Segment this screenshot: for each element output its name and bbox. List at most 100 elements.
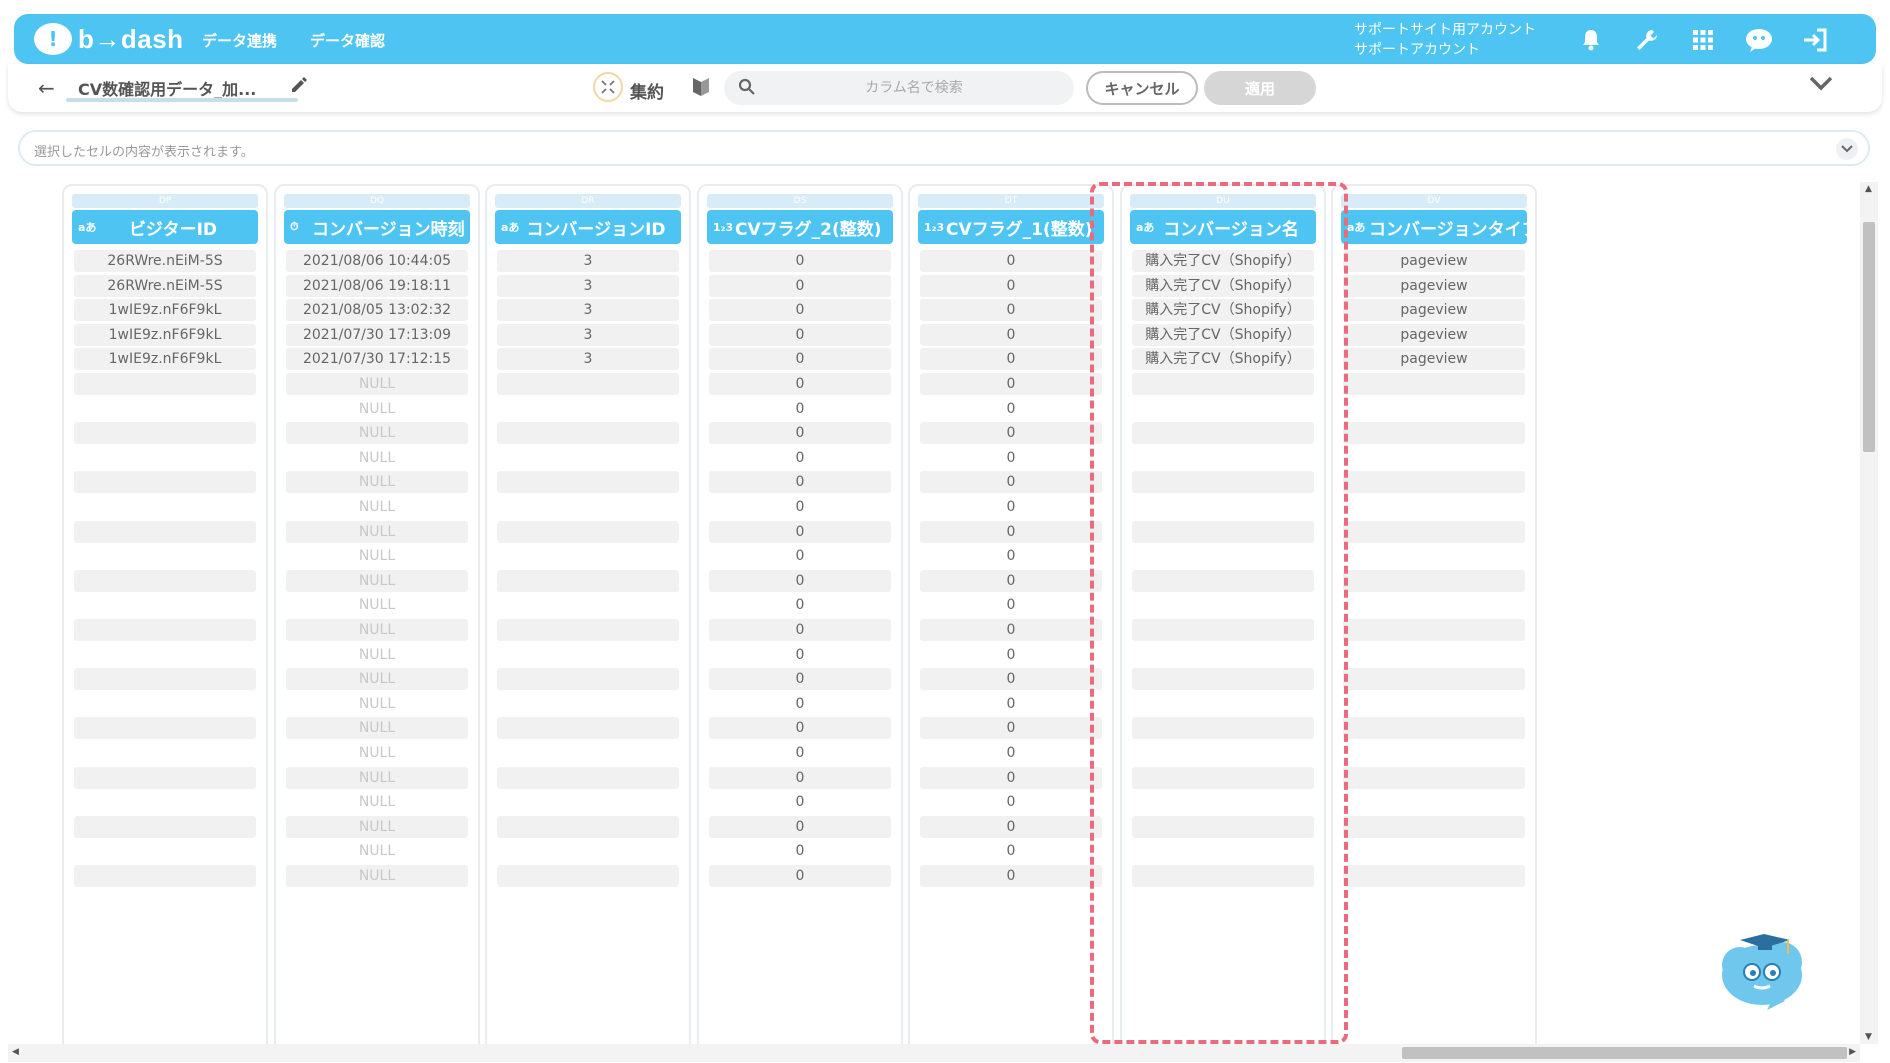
- bell-icon[interactable]: [1576, 25, 1606, 55]
- table-cell[interactable]: NULL: [286, 619, 468, 641]
- table-cell[interactable]: [1343, 594, 1525, 616]
- table-cell[interactable]: 0: [920, 569, 1102, 592]
- support-chat-icon[interactable]: [1744, 25, 1774, 55]
- table-cell[interactable]: [74, 693, 256, 715]
- wrench-icon[interactable]: [1632, 25, 1662, 55]
- table-cell[interactable]: [1132, 865, 1314, 887]
- table-cell[interactable]: [74, 766, 256, 789]
- table-cell[interactable]: [1132, 569, 1314, 592]
- table-cell[interactable]: 0: [709, 815, 891, 838]
- column-header[interactable]: 1₂3 CVフラグ_1(整数): [918, 210, 1104, 244]
- table-cell[interactable]: NULL: [286, 815, 468, 838]
- table-cell[interactable]: [74, 619, 256, 641]
- table-cell[interactable]: 0: [709, 644, 891, 666]
- table-cell[interactable]: NULL: [286, 693, 468, 715]
- table-cell[interactable]: [1343, 471, 1525, 494]
- table-cell[interactable]: [74, 520, 256, 543]
- table-cell[interactable]: [497, 668, 679, 691]
- table-cell[interactable]: [1132, 693, 1314, 715]
- table-cell[interactable]: [497, 520, 679, 543]
- table-cell[interactable]: NULL: [286, 447, 468, 469]
- table-cell[interactable]: 0: [920, 422, 1102, 445]
- table-cell[interactable]: 0: [920, 840, 1102, 862]
- vertical-scrollbar[interactable]: ▲ ▼: [1860, 182, 1878, 1044]
- table-cell[interactable]: 2021/07/30 17:13:09: [286, 323, 468, 346]
- table-cell[interactable]: [1343, 668, 1525, 691]
- table-cell[interactable]: 0: [920, 520, 1102, 543]
- table-cell[interactable]: [1343, 717, 1525, 740]
- table-cell[interactable]: 0: [709, 323, 891, 346]
- aggregate-label[interactable]: 集約: [630, 78, 664, 103]
- table-cell[interactable]: [1343, 520, 1525, 543]
- table-cell[interactable]: 0: [920, 717, 1102, 740]
- table-cell[interactable]: [74, 865, 256, 887]
- table-cell[interactable]: [1343, 496, 1525, 518]
- table-cell[interactable]: [74, 496, 256, 518]
- table-cell[interactable]: [1132, 373, 1314, 395]
- scroll-right-arrow-icon[interactable]: ▶: [1849, 1047, 1856, 1057]
- table-cell[interactable]: [74, 742, 256, 764]
- table-cell[interactable]: [1132, 791, 1314, 813]
- table-cell[interactable]: 0: [920, 471, 1102, 494]
- table-cell[interactable]: [1132, 644, 1314, 666]
- table-cell[interactable]: [1132, 545, 1314, 567]
- table-cell[interactable]: [74, 594, 256, 616]
- table-cell[interactable]: [1343, 815, 1525, 838]
- table-cell[interactable]: [1132, 766, 1314, 789]
- table-cell[interactable]: [497, 619, 679, 641]
- table-cell[interactable]: NULL: [286, 496, 468, 518]
- table-cell[interactable]: 0: [709, 299, 891, 322]
- table-cell[interactable]: 2021/08/05 13:02:32: [286, 299, 468, 322]
- table-cell[interactable]: 0: [709, 496, 891, 518]
- table-cell[interactable]: 3: [497, 274, 679, 297]
- nav-data-check[interactable]: データ確認: [310, 30, 385, 51]
- table-cell[interactable]: [1132, 520, 1314, 543]
- table-cell[interactable]: NULL: [286, 644, 468, 666]
- table-cell[interactable]: NULL: [286, 668, 468, 691]
- table-cell[interactable]: [1343, 447, 1525, 469]
- table-cell[interactable]: [1343, 693, 1525, 715]
- table-cell[interactable]: 0: [709, 471, 891, 494]
- cell-preview-chevron-icon[interactable]: [1836, 138, 1858, 160]
- table-cell[interactable]: 0: [920, 447, 1102, 469]
- table-cell[interactable]: [74, 398, 256, 420]
- table-cell[interactable]: [1132, 742, 1314, 764]
- table-cell[interactable]: NULL: [286, 742, 468, 764]
- table-cell[interactable]: [1132, 496, 1314, 518]
- table-cell[interactable]: 0: [709, 398, 891, 420]
- table-cell[interactable]: [497, 471, 679, 494]
- table-cell[interactable]: 購入完了CV（Shopify）: [1132, 323, 1314, 346]
- scroll-up-arrow-icon[interactable]: ▲: [1865, 184, 1872, 194]
- table-cell[interactable]: NULL: [286, 398, 468, 420]
- table-cell[interactable]: 0: [709, 250, 891, 272]
- table-cell[interactable]: 0: [709, 373, 891, 395]
- table-cell[interactable]: [1343, 569, 1525, 592]
- table-cell[interactable]: NULL: [286, 840, 468, 862]
- table-cell[interactable]: 1wIE9z.nF6F9kL: [74, 323, 256, 346]
- table-cell[interactable]: pageview: [1343, 323, 1525, 346]
- dataset-name[interactable]: CV数確認用データ_加...: [78, 76, 256, 100]
- table-cell[interactable]: [497, 815, 679, 838]
- table-cell[interactable]: 0: [920, 299, 1102, 322]
- column-header[interactable]: ⏱ コンバージョン時刻: [284, 210, 470, 244]
- table-cell[interactable]: 0: [709, 422, 891, 445]
- table-cell[interactable]: NULL: [286, 471, 468, 494]
- table-cell[interactable]: [1343, 422, 1525, 445]
- table-cell[interactable]: 26RWre.nEiM-5S: [74, 250, 256, 272]
- table-cell[interactable]: 0: [709, 447, 891, 469]
- table-cell[interactable]: [1132, 398, 1314, 420]
- table-cell[interactable]: [74, 471, 256, 494]
- cancel-button[interactable]: キャンセル: [1086, 71, 1198, 105]
- table-cell[interactable]: [497, 742, 679, 764]
- table-cell[interactable]: [497, 717, 679, 740]
- table-cell[interactable]: [497, 766, 679, 789]
- table-cell[interactable]: 0: [920, 594, 1102, 616]
- table-cell[interactable]: pageview: [1343, 348, 1525, 371]
- table-cell[interactable]: [1132, 447, 1314, 469]
- table-cell[interactable]: 0: [709, 865, 891, 887]
- pencil-icon[interactable]: [290, 76, 308, 98]
- table-cell[interactable]: [74, 668, 256, 691]
- table-cell[interactable]: [74, 717, 256, 740]
- table-cell[interactable]: [1343, 398, 1525, 420]
- table-cell[interactable]: [1132, 668, 1314, 691]
